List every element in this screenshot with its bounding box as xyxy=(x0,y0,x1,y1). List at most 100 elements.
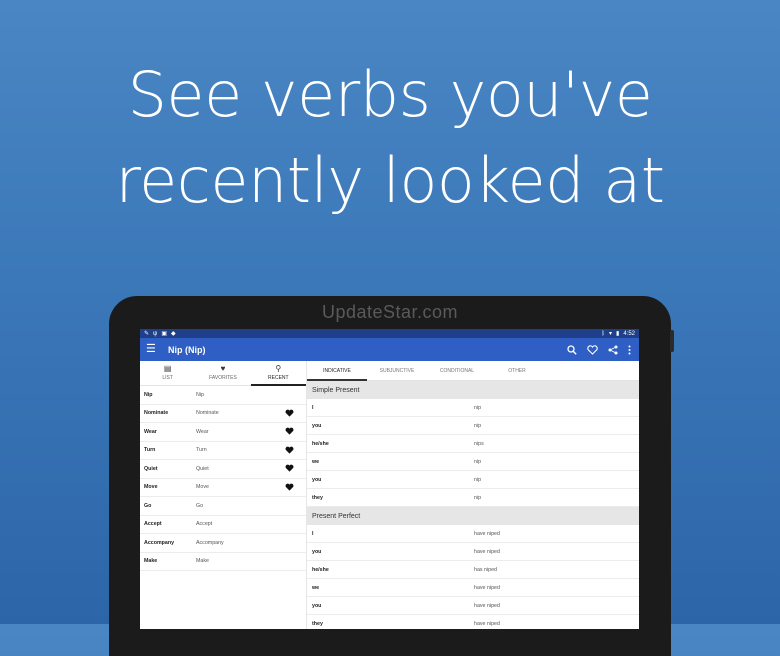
table-row: Inip xyxy=(307,399,639,417)
wifi-icon: ▾ xyxy=(608,331,612,337)
verb-form: have niped xyxy=(474,584,500,591)
favorite-heart-icon[interactable] xyxy=(285,483,294,493)
verb-name: Accept xyxy=(144,521,162,528)
share-icon[interactable] xyxy=(608,345,618,355)
list-tabs: ▤ LIST ♥ FAVORITES ⚲ RECENT xyxy=(140,361,307,386)
tablet-frame: UpdateStar.com ✎ ψ ▣ ◆ ᛒ ▾ ▮ 4:52 ☰ Nip … xyxy=(109,296,674,656)
tab-indicative[interactable]: INDICATIVE xyxy=(307,361,367,381)
list-item[interactable]: Accept Accept xyxy=(140,516,306,534)
battery-icon: ▮ xyxy=(616,331,620,337)
app-body: ▤ LIST ♥ FAVORITES ⚲ RECENT Nip Nip Nomina… xyxy=(140,361,639,629)
pronoun: I xyxy=(312,404,314,411)
verb-translation: Make xyxy=(196,558,209,565)
tab-favorites[interactable]: ♥ FAVORITES xyxy=(195,361,250,385)
pronoun: we xyxy=(312,584,320,591)
status-time: 4:52 xyxy=(623,330,635,337)
verb-list-pane: ▤ LIST ♥ FAVORITES ⚲ RECENT Nip Nip Nomina… xyxy=(140,361,307,629)
usb-icon: ψ xyxy=(153,330,158,337)
list-item[interactable]: Nip Nip xyxy=(140,386,306,405)
verb-form: have niped xyxy=(474,530,500,537)
mood-tabs: INDICATIVE SUBJUNCTIVE CONDITIONAL OTHER xyxy=(307,361,639,381)
list-item[interactable]: Quiet Quiet xyxy=(140,460,306,479)
table-row: you nip xyxy=(307,471,639,489)
pronoun: they xyxy=(312,494,323,501)
table-row: they nip xyxy=(307,489,639,507)
app-bar: ☰ Nip (Nip) xyxy=(140,338,639,361)
favorite-heart-icon[interactable] xyxy=(285,427,294,437)
verb-name: Make xyxy=(144,558,158,565)
search-icon: ⚲ xyxy=(275,364,282,373)
pronoun: he/she xyxy=(312,566,329,573)
list-item[interactable]: Make Make xyxy=(140,553,306,571)
verb-form: nip xyxy=(474,494,482,501)
verb-form: nip xyxy=(474,458,482,465)
verb-translation: Quiet xyxy=(196,465,209,472)
list-item[interactable]: Turn Turn xyxy=(140,442,306,460)
verb-translation: Accept xyxy=(196,521,213,528)
tab-favorites-label: FAVORITES xyxy=(209,375,237,381)
watermark: UpdateStar.com xyxy=(321,302,459,322)
tab-recent-label: RECENT xyxy=(268,375,289,381)
verb-name: Move xyxy=(144,484,158,491)
table-row: Ihave niped xyxy=(307,525,639,543)
headline-line-2: recently looked at xyxy=(115,144,665,217)
favorite-heart-icon[interactable] xyxy=(285,464,294,474)
verb-translation: Go xyxy=(196,502,204,509)
verb-name: Go xyxy=(144,502,152,509)
table-row: we nip xyxy=(307,453,639,471)
conjugation-pane: INDICATIVE SUBJUNCTIVE CONDITIONAL OTHER… xyxy=(307,361,639,629)
verb-translation: Nominate xyxy=(196,410,219,417)
status-bar: ✎ ψ ▣ ◆ ᛒ ▾ ▮ 4:52 xyxy=(140,329,639,338)
list-item[interactable]: Nominate Nominate xyxy=(140,405,306,423)
verb-name: Nominate xyxy=(144,410,169,417)
tablet-screen: ✎ ψ ▣ ◆ ᛒ ▾ ▮ 4:52 ☰ Nip (Nip) ▤ LIST ♥ … xyxy=(140,329,639,629)
verb-form: has niped xyxy=(474,566,497,573)
pronoun: you xyxy=(312,476,322,483)
pronoun: we xyxy=(312,458,320,465)
tab-conditional[interactable]: CONDITIONAL xyxy=(427,361,487,380)
status-icons-right: ᛒ ▾ ▮ 4:52 xyxy=(601,330,635,338)
favorite-heart-icon[interactable] xyxy=(285,446,294,456)
table-row: he/she has niped xyxy=(307,561,639,579)
verb-name: Turn xyxy=(144,447,156,454)
pronoun: I xyxy=(312,530,314,537)
list-item[interactable]: Go Go xyxy=(140,497,306,516)
verb-form: have niped xyxy=(474,548,500,555)
verb-name: Nip xyxy=(144,391,153,398)
headline-line-1: See verbs you've xyxy=(127,58,653,131)
pronoun: you xyxy=(312,602,322,609)
table-row: you have niped xyxy=(307,597,639,615)
verb-form: nips xyxy=(474,440,484,447)
bluetooth-icon: ᛒ xyxy=(601,330,605,337)
recent-verb-list: Nip Nip Nominate Nominate Wear Wear Turn Turn Qu… xyxy=(140,386,306,571)
table-row: we have niped xyxy=(307,579,639,597)
app-bar-actions xyxy=(567,338,631,361)
table-row: you have niped xyxy=(307,543,639,561)
table-row: he/she nips xyxy=(307,435,639,453)
hamburger-menu-icon[interactable]: ☰ xyxy=(146,344,158,355)
tense-header: Present Perfect xyxy=(307,507,639,525)
verb-name: Quiet xyxy=(144,465,158,472)
list-item[interactable]: Wear Wear xyxy=(140,423,306,442)
list-item[interactable]: Accompany Accompany xyxy=(140,534,306,553)
favorite-heart-icon[interactable] xyxy=(285,409,294,419)
heart-icon[interactable] xyxy=(587,344,598,355)
verb-translation: Turn xyxy=(196,447,207,454)
tablet-side-button xyxy=(670,330,674,352)
headline: See verbs you've recently looked at xyxy=(0,52,780,224)
more-vert-icon[interactable] xyxy=(628,345,631,355)
tab-recent[interactable]: ⚲ RECENT xyxy=(250,361,307,386)
tab-list[interactable]: ▤ LIST xyxy=(140,361,195,385)
verb-form: nip xyxy=(474,476,482,483)
tab-list-label: LIST xyxy=(162,375,173,381)
pronoun: you xyxy=(312,422,322,429)
tab-other[interactable]: OTHER xyxy=(487,361,547,380)
document-icon: ▤ xyxy=(163,364,172,373)
tab-subjunctive[interactable]: SUBJUNCTIVE xyxy=(367,361,427,380)
verb-translation: Move xyxy=(196,484,209,491)
table-row: they have niped xyxy=(307,615,639,629)
conjugation-table: Simple Present Inip you nip he/she nips we nip y… xyxy=(307,381,639,629)
list-item[interactable]: Move Move xyxy=(140,479,306,497)
verb-name: Wear xyxy=(144,428,157,435)
search-icon[interactable] xyxy=(567,344,577,355)
